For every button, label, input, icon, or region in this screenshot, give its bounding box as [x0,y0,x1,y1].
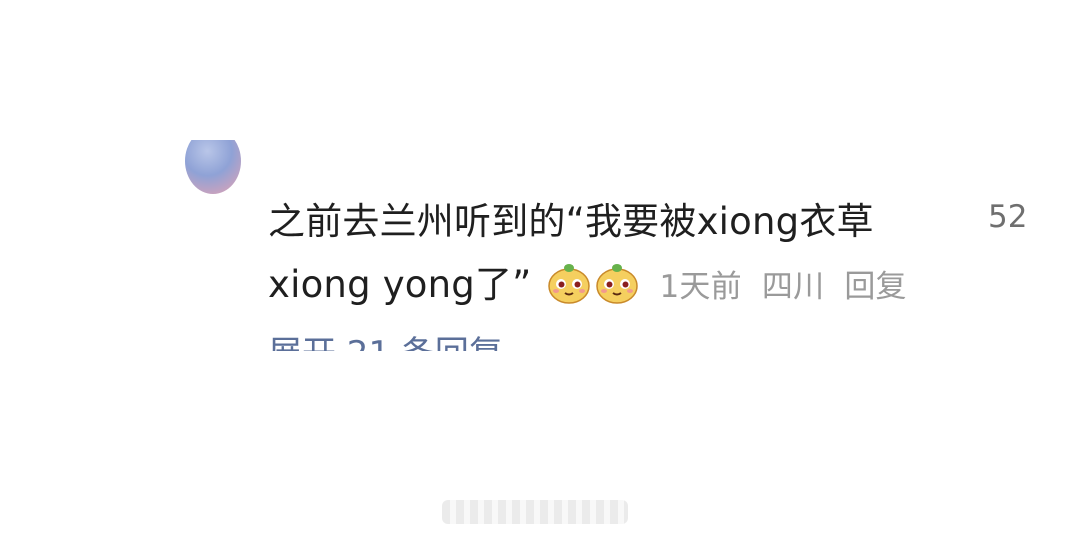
reply-button[interactable]: 回复 [844,269,906,305]
lemon-smile-icon [547,264,590,304]
expand-replies-link[interactable]: 展开 21 条回复 [268,334,568,351]
avatar-frame [180,140,250,196]
comment-meta: 1天前 四川 回复 [660,269,917,305]
comment-screen: 之前去兰州听到的“我要被xiong衣草 xiong yong了” 1天前 四川 … [0,0,1080,540]
lemon-smile-icon [595,264,638,304]
comment-location: 四川 [761,269,825,305]
comment-body: 之前去兰州听到的“我要被xiong衣草 xiong yong了” 1天前 四川 … [268,190,928,319]
comment-line-2: xiong yong了” 1天前 四川 回复 [268,253,928,319]
comment-line-1: 之前去兰州听到的“我要被xiong衣草 [268,200,874,243]
comment-line-2-text: xiong yong了” [268,263,532,306]
comment-time: 1天前 [659,269,742,305]
like-count[interactable]: 52 [988,199,1027,235]
expand-replies-clip: 展开 21 条回复 [268,334,568,351]
avatar[interactable] [185,140,241,194]
watermark [440,497,630,527]
watermark-blur [442,500,628,524]
